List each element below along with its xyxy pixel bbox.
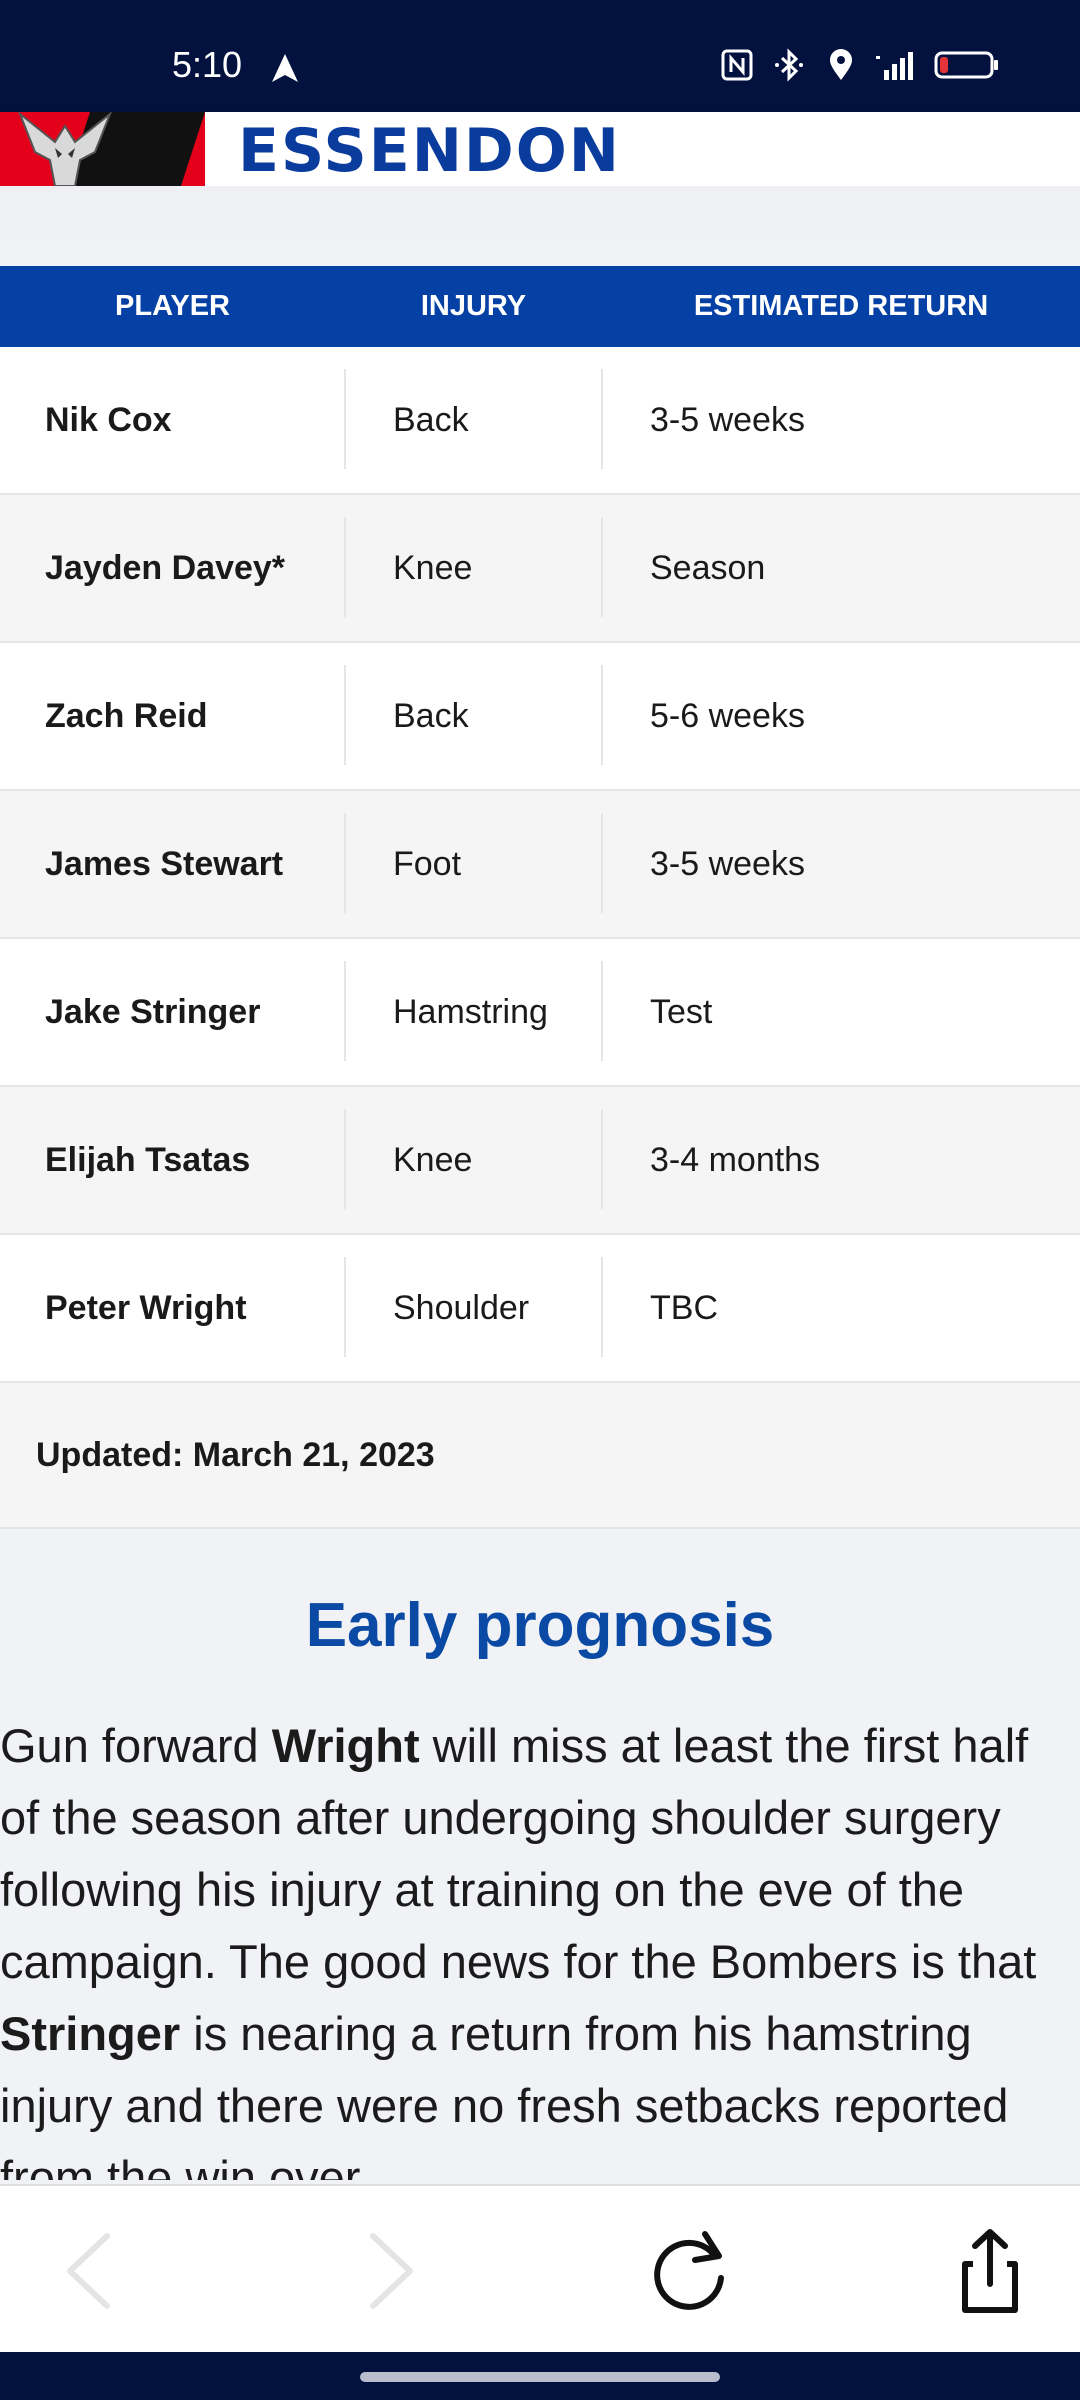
home-gesture-handle[interactable]: [360, 2372, 720, 2382]
table-row: Peter Wright Shoulder TBC: [0, 1235, 1080, 1383]
back-icon[interactable]: [45, 2226, 135, 2316]
site-header: ESSENDON: [0, 112, 1080, 186]
injury-type: Back: [393, 696, 469, 735]
status-time: 5:10: [172, 44, 243, 85]
player-name: Jake Stringer: [45, 992, 261, 1031]
table-row: Zach Reid Back 5-6 weeks: [0, 643, 1080, 791]
injury-type: Knee: [393, 548, 473, 587]
injury-table: PLAYER INJURY ESTIMATED RETURN Nik Cox B…: [0, 266, 1080, 1529]
bomber-logo-icon: [18, 112, 112, 186]
estimated-return: Season: [650, 548, 766, 587]
column-header-estimated-return: ESTIMATED RETURN: [693, 290, 989, 322]
player-name: Jayden Davey*: [45, 548, 286, 587]
player-highlight: Wright: [271, 1719, 420, 1772]
player-highlight: Stringer: [0, 2007, 181, 2060]
browser-toolbar: [0, 2184, 1080, 2354]
bluetooth-icon: [775, 48, 803, 82]
header-spacer: [0, 186, 1080, 266]
system-navigation-bar: [0, 2352, 1080, 2400]
table-row: James Stewart Foot 3-5 weeks: [0, 791, 1080, 939]
injury-type: Hamstring: [393, 992, 548, 1031]
location-icon: [830, 49, 852, 80]
player-name: Peter Wright: [45, 1288, 247, 1327]
injury-type: Back: [393, 400, 469, 439]
nfc-icon: [721, 49, 753, 81]
estimated-return: 5-6 weeks: [650, 696, 805, 735]
table-header: PLAYER INJURY ESTIMATED RETURN: [0, 266, 1080, 347]
injury-type: Shoulder: [393, 1288, 530, 1327]
status-icons: [720, 48, 1000, 82]
player-name: Nik Cox: [45, 400, 172, 439]
column-header-injury: INJURY: [420, 290, 527, 322]
club-wordmark[interactable]: ESSENDON: [238, 116, 621, 186]
table-row: Elijah Tsatas Knee 3-4 months: [0, 1087, 1080, 1235]
club-logo[interactable]: [0, 112, 205, 186]
updated-row: Updated: March 21, 2023: [0, 1383, 1080, 1529]
section-heading: Early prognosis: [305, 1591, 775, 1660]
estimated-return: 3-5 weeks: [650, 400, 805, 439]
injury-type: Knee: [393, 1140, 473, 1179]
forward-icon[interactable]: [345, 2226, 435, 2316]
player-name: Elijah Tsatas: [45, 1140, 251, 1179]
column-header-player: PLAYER: [115, 290, 230, 322]
updated-date: Updated: March 21, 2023: [36, 1435, 435, 1474]
reload-icon[interactable]: [645, 2226, 735, 2316]
signal-4g-icon: [876, 52, 913, 80]
status-bar: 5:10: [0, 0, 1080, 112]
estimated-return: TBC: [650, 1288, 718, 1327]
table-row: Nik Cox Back 3-5 weeks: [0, 347, 1080, 495]
paragraph-text: Gun forward: [0, 1719, 272, 1772]
table-row: Jayden Davey* Knee Season: [0, 495, 1080, 643]
table-row: Jake Stringer Hamstring Test: [0, 939, 1080, 1087]
navigation-arrow-icon: [272, 54, 298, 82]
player-name: Zach Reid: [45, 696, 208, 735]
estimated-return: 3-4 months: [650, 1140, 821, 1179]
estimated-return: 3-5 weeks: [650, 844, 805, 883]
share-icon[interactable]: [945, 2226, 1035, 2316]
injury-type: Foot: [393, 844, 462, 883]
battery-icon: [934, 51, 998, 79]
player-name: James Stewart: [45, 844, 284, 883]
article-paragraph: Gun forward Wright will miss at least th…: [0, 1710, 1060, 2180]
estimated-return: Test: [650, 992, 713, 1031]
